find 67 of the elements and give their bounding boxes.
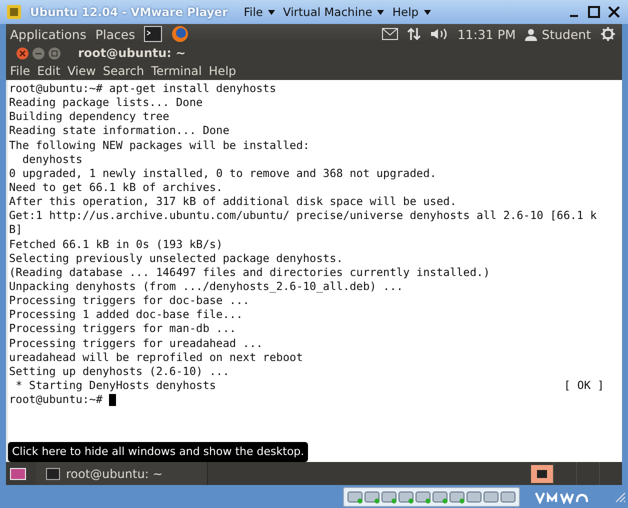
caret-icon (268, 10, 275, 14)
menu-button[interactable]: Help (392, 5, 431, 19)
terminal-line: Need to get 66.1 kB of archives. (9, 180, 223, 196)
user-icon (524, 28, 537, 40)
terminal-line: B] (9, 223, 22, 238)
menu-item[interactable]: Search (102, 64, 144, 78)
terminal-icon (46, 468, 60, 480)
menu-button[interactable]: File (244, 5, 275, 19)
terminal-line: root@ubuntu:~# apt-get install denyhosts (9, 82, 276, 96)
device-icon[interactable] (483, 490, 499, 504)
menu-item[interactable]: Edit (37, 64, 60, 78)
terminal-line: Selecting previously unselected package denyhosts. (9, 252, 343, 266)
device-icon[interactable] (364, 490, 380, 504)
panel-menu[interactable]: Places (95, 26, 136, 42)
terminal-line: After this operation, 317 kB of additional disk space will be used. (9, 195, 456, 210)
terminal-line: Processing triggers for ureadahead ... (9, 336, 263, 351)
terminal-line: Processing 1 added doc-base file... (9, 308, 243, 322)
network-icon[interactable] (407, 27, 422, 41)
volume-icon[interactable] (430, 27, 448, 41)
taskbar-item[interactable]: root@ubuntu: ~ (36, 462, 208, 485)
terminal-line: Processing triggers for doc-base ... (9, 294, 250, 308)
workspace-icon[interactable] (531, 464, 553, 482)
panel-menu[interactable]: Applications (10, 26, 86, 42)
terminal-line: (Reading database ... 146497 files and directories currently installed.) (9, 266, 490, 280)
tooltip: Click here to hide all windows and show the desktop. (8, 442, 308, 462)
terminal-line: Processing triggers for man-db ... (9, 322, 236, 337)
device-icon[interactable] (466, 490, 482, 504)
device-icon[interactable] (347, 490, 363, 504)
resize-grip-icon[interactable] (614, 490, 626, 502)
device-icon[interactable] (449, 490, 465, 504)
menu-button[interactable]: Virtual Machine (283, 5, 384, 19)
terminal-line: Building dependency tree (9, 110, 170, 124)
terminal-line: denyhosts (21, 152, 82, 167)
device-icon[interactable] (398, 490, 414, 504)
terminal-line: 0 upgraded, 1 newly installed, 0 to remove and 368 not upgraded. (9, 166, 436, 181)
close-icon[interactable] (608, 6, 620, 18)
terminal-line: Setting up denyhosts (2.6-10) ... (9, 364, 230, 379)
terminal-line: Get:1 http://us.archive.ubuntu.com/ubuntu/ precise/universe denyhosts all 2.6-10 [66.1 k (9, 209, 597, 224)
menu-item[interactable]: File (10, 64, 30, 78)
terminal-line: Unpacking denyhosts (from .../denyhosts_2.6-10_all.deb) ... (9, 280, 404, 294)
menu-item[interactable]: View (67, 64, 96, 78)
status-text: [ OK ] (564, 378, 604, 394)
terminal-line: Reading state information... Done (9, 124, 230, 139)
caret-icon (424, 10, 431, 14)
device-icon[interactable] (381, 490, 397, 504)
user-name[interactable]: Student (542, 26, 591, 42)
clock[interactable]: 11:31 PM (457, 26, 516, 42)
maximize-icon[interactable] (588, 6, 600, 18)
device-icon[interactable] (415, 490, 431, 504)
mail-icon[interactable] (382, 28, 398, 40)
menu-item[interactable]: Terminal (151, 64, 202, 78)
caret-icon (377, 10, 384, 14)
browser-icon[interactable] (171, 25, 190, 43)
window-title: root@ubuntu: ~ (78, 46, 186, 60)
device-icon[interactable] (500, 490, 516, 504)
terminal-line: Fetched 66.1 kB in 0s (193 kB/s) (9, 238, 223, 252)
terminal-line: root@ubuntu:~# (9, 393, 104, 408)
terminal-line: * Starting DenyHosts denyhosts (14, 378, 216, 394)
app-logo-icon (6, 4, 22, 20)
terminal-line: ureadahead will be reprofiled on next reboot (9, 350, 303, 365)
menu-item[interactable]: Help (208, 64, 236, 78)
device-icon[interactable] (432, 490, 448, 504)
window-title: Ubuntu 12.04 - VMware Player (30, 5, 228, 19)
terminal-icon[interactable] (144, 26, 162, 42)
terminal-line: The following NEW packages will be installed: (9, 138, 310, 153)
terminal-line: Reading package lists... Done (9, 96, 203, 110)
show-desktop-icon[interactable] (10, 468, 26, 480)
